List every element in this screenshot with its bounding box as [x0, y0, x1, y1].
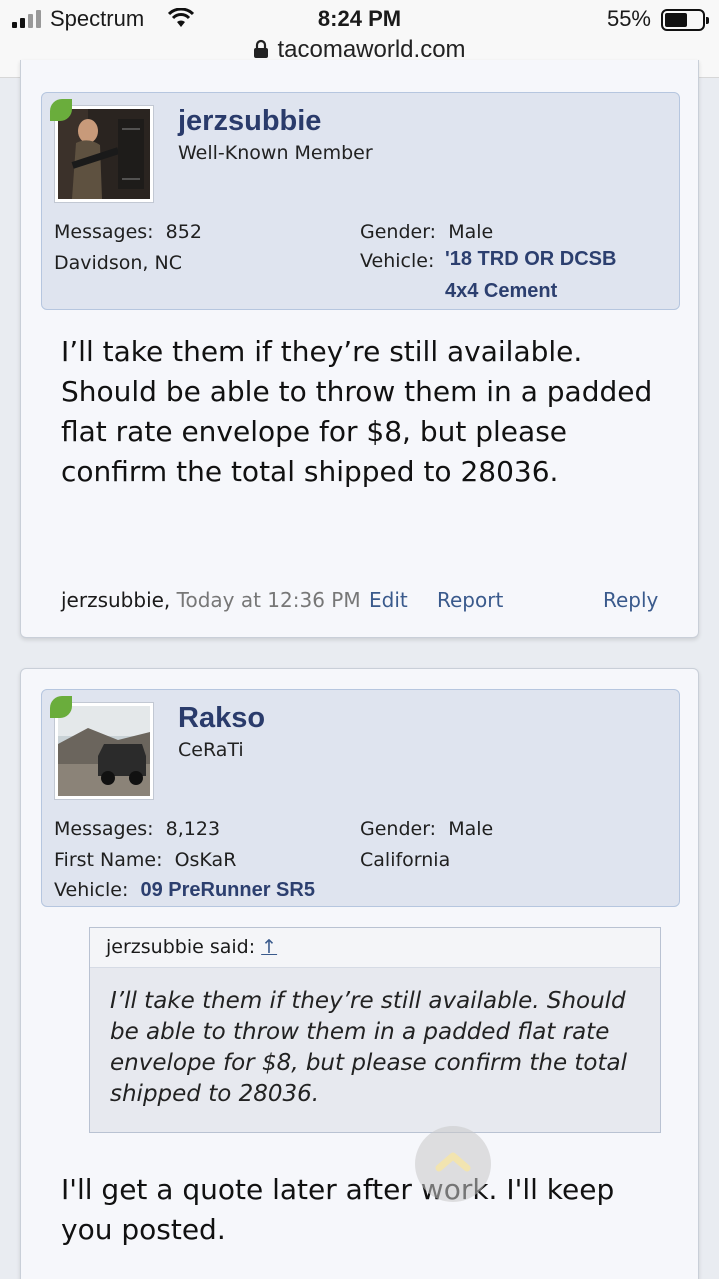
quote-header: jerzsubbie said: ↑	[90, 928, 660, 968]
reply-link[interactable]: Reply	[603, 588, 658, 612]
avatar[interactable]	[54, 702, 154, 800]
vehicle-stat: Vehicle:	[360, 250, 435, 272]
post-author-link[interactable]: jerzsubbie,	[61, 588, 170, 612]
lock-icon	[254, 39, 269, 58]
vehicle-stat: Vehicle: 09 PreRunner SR5	[54, 879, 315, 901]
messages-stat: Messages: 8,123	[54, 818, 221, 840]
user-info-box: Rakso CeRaTi Messages: 8,123 First Name:…	[41, 689, 680, 907]
quote-jump-icon[interactable]: ↑	[261, 936, 277, 958]
user-info-box: jerzsubbie Well-Known Member Messages: 8…	[41, 92, 680, 310]
scroll-to-top-button[interactable]	[415, 1126, 491, 1202]
location: California	[360, 849, 451, 871]
vehicle-link[interactable]: 09 PreRunner SR5	[140, 879, 315, 901]
username[interactable]: jerzsubbie	[178, 105, 321, 138]
post-date[interactable]: Today at 12:36 PM	[177, 588, 361, 612]
gender-stat: Gender: Male	[360, 818, 494, 840]
vehicle-link[interactable]: '18 TRD OR DCSB	[445, 248, 616, 271]
post-message: I'll get a quote later after work. I'll …	[61, 1173, 615, 1246]
first-name-stat: First Name: OsKaR	[54, 849, 237, 871]
post: jerzsubbie Well-Known Member Messages: 8…	[20, 60, 699, 638]
messages-stat: Messages: 852	[54, 221, 202, 243]
location: Davidson, NC	[54, 252, 182, 274]
user-title: CeRaTi	[178, 739, 244, 761]
post-footer: jerzsubbie, Today at 12:36 PM Edit Repor…	[61, 588, 661, 618]
report-link[interactable]: Report	[437, 588, 503, 612]
chevron-up-icon	[435, 1152, 471, 1172]
edit-link[interactable]: Edit	[369, 588, 408, 612]
username[interactable]: Rakso	[178, 702, 265, 735]
battery-icon	[661, 9, 709, 31]
gender-stat: Gender: Male	[360, 221, 494, 243]
quote-block: jerzsubbie said: ↑ I’ll take them if the…	[89, 927, 661, 1133]
vehicle-link-line2[interactable]: 4x4 Cement	[445, 280, 557, 303]
post: Rakso CeRaTi Messages: 8,123 First Name:…	[20, 668, 699, 1279]
user-title: Well-Known Member	[178, 142, 373, 164]
url-text: tacomaworld.com	[277, 36, 466, 63]
battery-percent: 55%	[606, 6, 651, 31]
quote-author: jerzsubbie said:	[106, 936, 256, 958]
avatar[interactable]	[54, 105, 154, 203]
post-message: I’ll take them if they’re still availabl…	[61, 335, 653, 488]
quote-text: I’ll take them if they’re still availabl…	[110, 988, 627, 1107]
